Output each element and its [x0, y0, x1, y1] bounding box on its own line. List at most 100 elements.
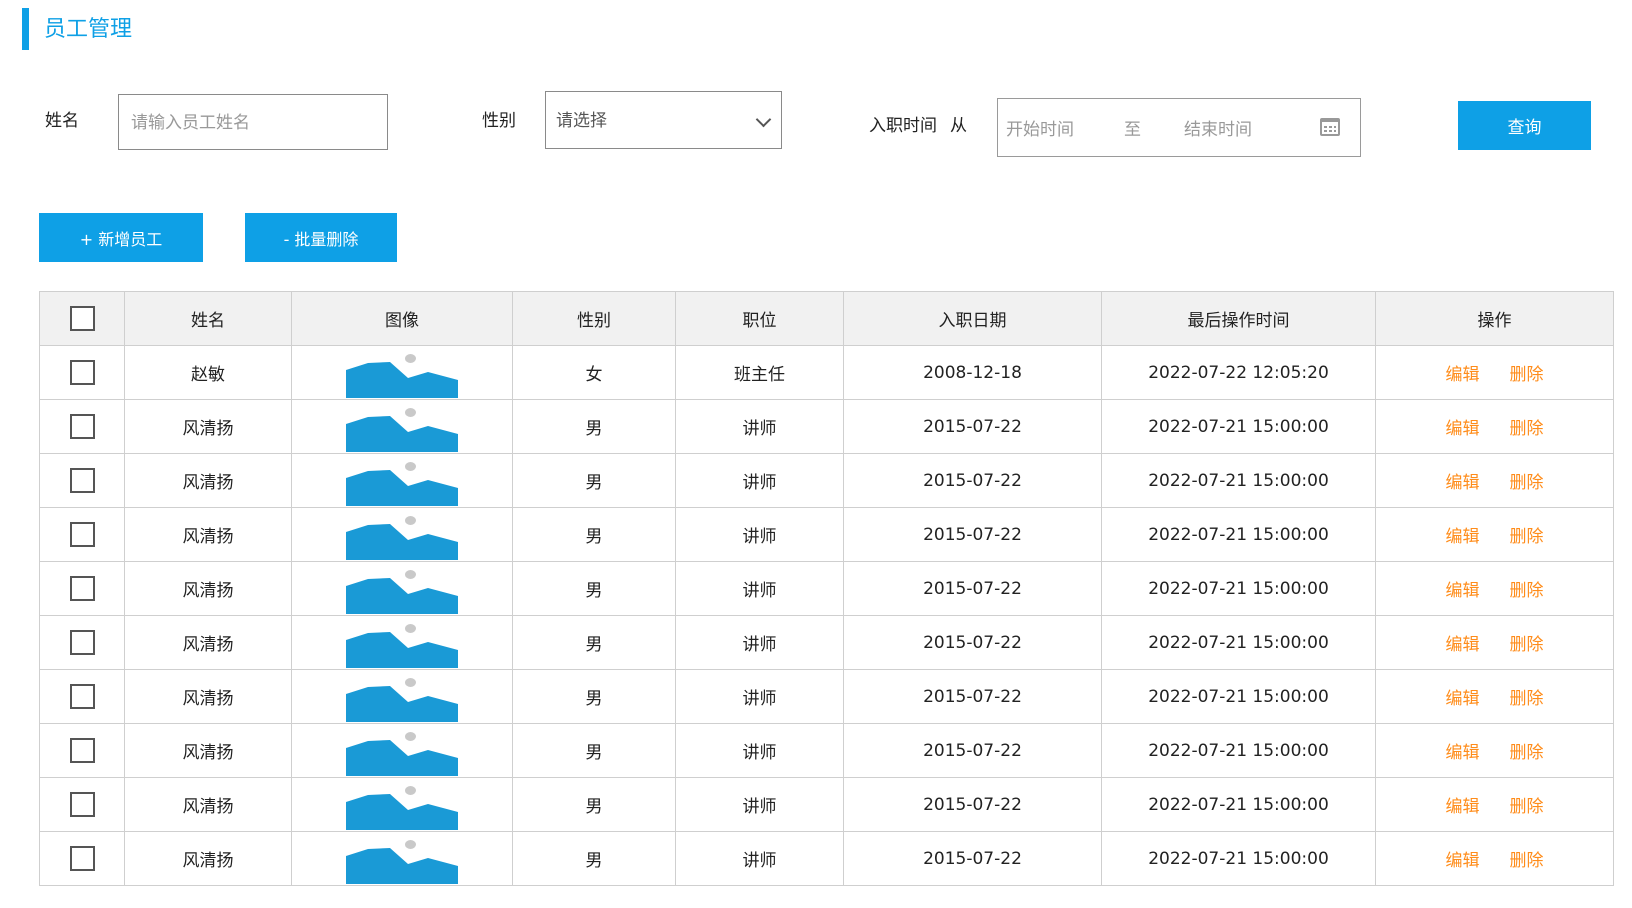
table-row: 风清扬 男讲师 2015-07-22 2022-07-21 15:00:00 编辑 删除: [39, 507, 1614, 562]
row-select-cell: [39, 561, 125, 616]
delete-link[interactable]: 删除: [1510, 576, 1544, 601]
image-placeholder-icon: [346, 672, 458, 722]
row-actions: 编辑 删除: [1375, 831, 1614, 886]
end-date-input[interactable]: 结束时间: [1184, 118, 1252, 142]
employee-gender: 男: [512, 723, 676, 778]
delete-link[interactable]: 删除: [1510, 846, 1544, 871]
employee-position: 讲师: [675, 561, 844, 616]
row-actions: 编辑 删除: [1375, 345, 1614, 400]
employee-last-op-time: 2022-07-21 15:00:00: [1101, 723, 1376, 778]
row-checkbox[interactable]: [69, 522, 95, 547]
employee-position: 讲师: [675, 453, 844, 508]
edit-link[interactable]: 编辑: [1446, 630, 1480, 655]
employee-gender: 男: [512, 831, 676, 886]
employee-last-op-time: 2022-07-21 15:00:00: [1101, 507, 1376, 562]
edit-link[interactable]: 编辑: [1446, 414, 1480, 439]
row-actions: 编辑 删除: [1375, 777, 1614, 832]
employee-position: 讲师: [675, 615, 844, 670]
employee-hire-date: 2008-12-18: [843, 345, 1102, 400]
row-checkbox[interactable]: [69, 414, 95, 439]
employee-position: 讲师: [675, 777, 844, 832]
employee-name: 风清扬: [124, 561, 292, 616]
header-position: 职位: [675, 291, 844, 346]
table-row: 风清扬 男讲师 2015-07-22 2022-07-21 15:00:00 编辑 删除: [39, 615, 1614, 670]
employee-image-cell: [291, 669, 513, 724]
table-row: 风清扬 男讲师 2015-07-22 2022-07-21 15:00:00 编辑 删除: [39, 453, 1614, 508]
edit-link[interactable]: 编辑: [1446, 792, 1480, 817]
employee-hire-date: 2015-07-22: [843, 831, 1102, 886]
name-search-input[interactable]: 请输入员工姓名: [118, 94, 388, 150]
table-row: 风清扬 男讲师 2015-07-22 2022-07-21 15:00:00 编辑 删除: [39, 399, 1614, 454]
start-date-input[interactable]: 开始时间: [1006, 118, 1074, 142]
row-checkbox[interactable]: [69, 738, 95, 763]
row-checkbox[interactable]: [69, 630, 95, 655]
employee-hire-date: 2015-07-22: [843, 669, 1102, 724]
query-button[interactable]: 查询: [1458, 101, 1591, 150]
add-employee-button[interactable]: + 新增员工: [39, 213, 203, 262]
image-placeholder-icon: [346, 510, 458, 560]
row-checkbox[interactable]: [69, 576, 95, 601]
edit-link[interactable]: 编辑: [1446, 468, 1480, 493]
row-actions: 编辑 删除: [1375, 507, 1614, 562]
employee-gender: 男: [512, 399, 676, 454]
employee-hire-date: 2015-07-22: [843, 399, 1102, 454]
delete-link[interactable]: 删除: [1510, 738, 1544, 763]
row-select-cell: [39, 453, 125, 508]
row-checkbox[interactable]: [69, 684, 95, 709]
employee-last-op-time: 2022-07-21 15:00:00: [1101, 831, 1376, 886]
row-select-cell: [39, 723, 125, 778]
employee-name: 风清扬: [124, 399, 292, 454]
chevron-down-icon: [755, 111, 772, 128]
edit-link[interactable]: 编辑: [1446, 576, 1480, 601]
employee-image-cell: [291, 345, 513, 400]
table-row: 风清扬 男讲师 2015-07-22 2022-07-21 15:00:00 编辑 删除: [39, 561, 1614, 616]
select-all-checkbox[interactable]: [69, 306, 95, 331]
edit-link[interactable]: 编辑: [1446, 360, 1480, 385]
image-placeholder-icon: [346, 402, 458, 452]
row-actions: 编辑 删除: [1375, 561, 1614, 616]
row-actions: 编辑 删除: [1375, 399, 1614, 454]
delete-link[interactable]: 删除: [1510, 414, 1544, 439]
employee-hire-date: 2015-07-22: [843, 507, 1102, 562]
edit-link[interactable]: 编辑: [1446, 846, 1480, 871]
row-select-cell: [39, 507, 125, 562]
row-checkbox[interactable]: [69, 360, 95, 385]
employee-name: 风清扬: [124, 723, 292, 778]
edit-link[interactable]: 编辑: [1446, 684, 1480, 709]
batch-delete-button[interactable]: - 批量删除: [245, 213, 397, 262]
name-label: 姓名: [45, 111, 79, 131]
employee-name: 赵敏: [124, 345, 292, 400]
hire-date-range-picker[interactable]: 开始时间 至 结束时间: [997, 98, 1361, 157]
employee-hire-date: 2015-07-22: [843, 723, 1102, 778]
gender-label: 性别: [482, 111, 516, 131]
row-checkbox[interactable]: [69, 468, 95, 493]
employee-gender: 男: [512, 669, 676, 724]
row-checkbox[interactable]: [69, 846, 95, 871]
employee-last-op-time: 2022-07-21 15:00:00: [1101, 399, 1376, 454]
employee-image-cell: [291, 507, 513, 562]
table-row: 风清扬 男讲师 2015-07-22 2022-07-21 15:00:00 编辑 删除: [39, 669, 1614, 724]
employee-position: 讲师: [675, 399, 844, 454]
row-select-cell: [39, 615, 125, 670]
delete-link[interactable]: 删除: [1510, 630, 1544, 655]
employee-image-cell: [291, 615, 513, 670]
image-placeholder-icon: [346, 618, 458, 668]
employee-last-op-time: 2022-07-21 15:00:00: [1101, 453, 1376, 508]
row-checkbox[interactable]: [69, 792, 95, 817]
gender-select[interactable]: 请选择: [545, 91, 782, 149]
employee-last-op-time: 2022-07-22 12:05:20: [1101, 345, 1376, 400]
edit-link[interactable]: 编辑: [1446, 738, 1480, 763]
delete-link[interactable]: 删除: [1510, 468, 1544, 493]
hire-time-from-label: 从: [950, 116, 967, 136]
delete-link[interactable]: 删除: [1510, 684, 1544, 709]
calendar-icon[interactable]: [1320, 118, 1340, 136]
edit-link[interactable]: 编辑: [1446, 522, 1480, 547]
employee-name: 风清扬: [124, 507, 292, 562]
table-row: 风清扬 男讲师 2015-07-22 2022-07-21 15:00:00 编辑 删除: [39, 831, 1614, 886]
delete-link[interactable]: 删除: [1510, 360, 1544, 385]
delete-link[interactable]: 删除: [1510, 522, 1544, 547]
image-placeholder-icon: [346, 348, 458, 398]
employee-last-op-time: 2022-07-21 15:00:00: [1101, 615, 1376, 670]
employee-last-op-time: 2022-07-21 15:00:00: [1101, 669, 1376, 724]
delete-link[interactable]: 删除: [1510, 792, 1544, 817]
